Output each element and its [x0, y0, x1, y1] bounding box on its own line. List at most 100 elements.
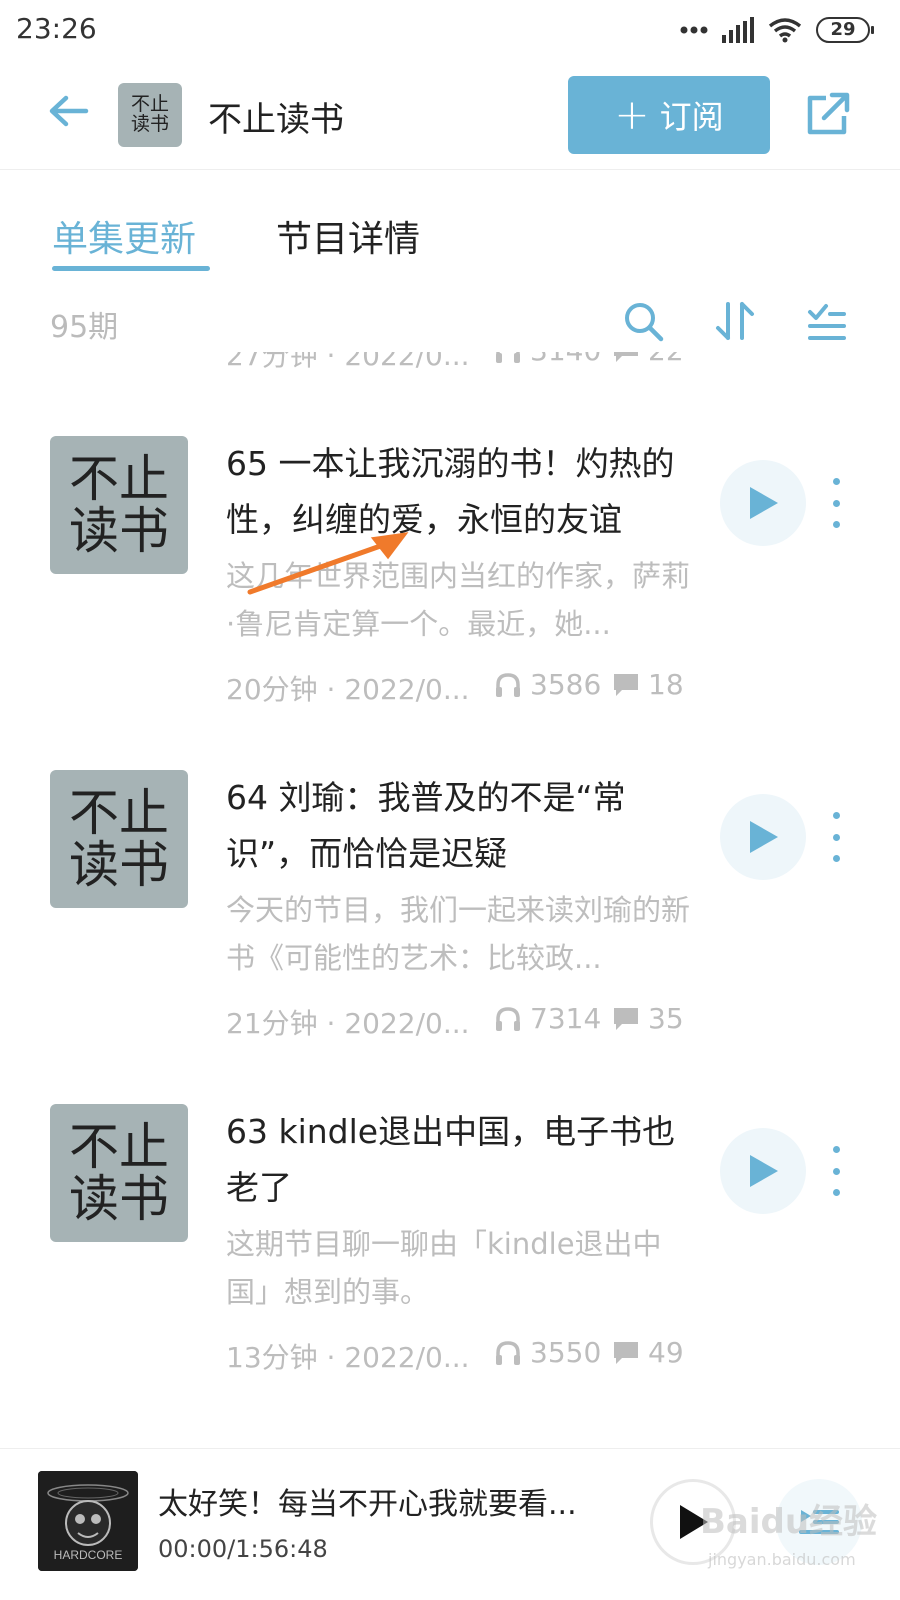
logo-line2: 读书 [130, 113, 169, 135]
wifi-icon [768, 18, 802, 43]
comment-count: 49 [648, 1336, 684, 1369]
play-count: 3550 [530, 1336, 602, 1369]
more-dot [832, 833, 840, 841]
batch-select-icon[interactable] [806, 300, 848, 342]
more-dot [832, 812, 840, 819]
tab-episodes[interactable]: 单集更新 [52, 210, 196, 262]
cover-line2: 读书 [69, 836, 169, 894]
play-icon [750, 487, 778, 519]
podcast-logo: 不止 读书 [118, 83, 182, 147]
more-options-button[interactable] [830, 812, 842, 862]
watermark-url: jingyan.baidu.com [708, 1550, 856, 1569]
plus-icon: + [614, 90, 650, 139]
status-time: 23:26 [16, 12, 97, 45]
battery-icon: 29 [816, 17, 874, 43]
comment-count: 18 [648, 668, 684, 701]
comment-count: 35 [648, 1002, 684, 1035]
share-icon[interactable] [804, 90, 852, 138]
meta-plays: 3550 [494, 1336, 601, 1369]
cover-line2: 读书 [69, 502, 169, 560]
play-icon [750, 1155, 778, 1187]
play-count: 7314 [530, 1002, 602, 1035]
cover-line1: 不止 [69, 783, 169, 842]
hardcore-logo: HARDCORE [38, 1471, 138, 1571]
episode-item[interactable]: 不止 读书 65 一本让我沉溺的书！灼热的性，纠缠的爱，永恒的友谊 这几年世界范… [0, 436, 900, 756]
back-arrow-icon[interactable] [46, 88, 92, 134]
play-button[interactable] [720, 1128, 806, 1214]
play-count: 3140 [530, 352, 601, 367]
meta-duration: 27分钟 · 2022/0... [226, 352, 470, 370]
comment-icon [614, 673, 638, 696]
more-dots-icon [680, 26, 708, 34]
meta-plays: 7314 [494, 1002, 601, 1035]
subscribe-button[interactable]: + 订阅 [568, 76, 770, 154]
partial-episode-meta: 27分钟 · 2022/0... 3140 22 [0, 352, 900, 370]
play-button[interactable] [720, 460, 806, 546]
headphones-icon [496, 1340, 520, 1365]
episode-description: 今天的节目，我们一起来读刘瑜的新书《可能性的艺术：比较政... [226, 893, 691, 975]
comment-icon [614, 352, 638, 362]
more-dot [832, 499, 840, 507]
page-title: 不止读书 [208, 100, 344, 140]
more-dot [832, 1167, 840, 1175]
episode-description: 这期节目聊一聊由「kindle退出中国」想到的事。 [226, 1227, 662, 1309]
meta-duration: 20分钟 · 2022/0... [226, 673, 470, 706]
meta-plays: 3586 [494, 668, 601, 701]
more-dot [832, 1146, 840, 1153]
cover-line2: 读书 [69, 1170, 169, 1228]
subscribe-label: 订阅 [659, 98, 724, 136]
meta-comments: 35 [612, 1002, 684, 1035]
episode-cover: 不止 读书 [50, 436, 188, 574]
episode-meta: 13分钟 · 2022/0... 3550 49 [226, 1336, 696, 1376]
more-options-button[interactable] [830, 1146, 842, 1196]
comment-icon [614, 1007, 638, 1030]
episode-cover: 不止 读书 [50, 770, 188, 908]
comment-count: 22 [648, 352, 684, 367]
more-dot [832, 855, 840, 862]
more-dot [832, 478, 840, 485]
episode-title[interactable]: 64 刘瑜：我普及的不是“常识”，而恰恰是迟疑 [226, 770, 692, 882]
play-count: 3586 [530, 668, 602, 701]
signal-icon [722, 17, 754, 43]
tab-active-indicator [52, 266, 210, 271]
status-icons: 29 [680, 14, 874, 46]
status-bar: 23:26 29 [0, 0, 900, 62]
annotation-arrow [247, 532, 409, 595]
meta-duration: 21分钟 · 2022/0... [226, 1007, 470, 1040]
meta-comments: 49 [612, 1336, 684, 1369]
play-icon [750, 821, 778, 853]
comment-icon [614, 1341, 638, 1364]
more-dot [832, 521, 840, 528]
meta-plays: 3140 [494, 352, 601, 367]
episode-meta: 21分钟 · 2022/0... 7314 35 [226, 1002, 696, 1042]
episode-cover: 不止 读书 [50, 1104, 188, 1242]
now-playing-time: 00:00/1:56:48 [158, 1535, 328, 1563]
tab-details[interactable]: 节目详情 [276, 210, 420, 262]
player-cover-art[interactable]: HARDCORE [38, 1471, 138, 1571]
meta-comments: 22 [612, 352, 684, 367]
logo-line1: 不止 [130, 93, 169, 116]
watermark-logo: Baidu经验 [700, 1502, 878, 1542]
episode-item[interactable]: 不止 读书 63 kindle退出中国，电子书也老了 这期节目聊一聊由「kind… [0, 1104, 900, 1424]
more-options-button[interactable] [830, 478, 842, 528]
episode-count: 95期 [50, 310, 119, 345]
episode-title[interactable]: 63 kindle退出中国，电子书也老了 [226, 1104, 692, 1216]
cover-line1: 不止 [69, 449, 169, 508]
episode-item[interactable]: 不止 读书 64 刘瑜：我普及的不是“常识”，而恰恰是迟疑 今天的节目，我们一起… [0, 770, 900, 1090]
headphones-icon [496, 352, 520, 363]
cover-caption: HARDCORE [54, 1548, 123, 1562]
sort-icon[interactable] [714, 300, 756, 342]
app-header: 不止 读书 不止读书 + 订阅 [0, 62, 900, 170]
search-icon[interactable] [622, 300, 664, 342]
meta-comments: 18 [612, 668, 684, 701]
list-toolbar: 95期 [0, 292, 900, 352]
now-playing-title[interactable]: 太好笑！每当不开心我就要看... [158, 1479, 608, 1523]
headphones-icon [496, 1006, 520, 1031]
play-button[interactable] [720, 794, 806, 880]
more-dot [832, 1189, 840, 1196]
cover-line1: 不止 [69, 1117, 169, 1176]
episode-meta: 20分钟 · 2022/0... 3586 18 [226, 668, 696, 708]
headphones-icon [496, 672, 520, 697]
meta-duration: 13分钟 · 2022/0... [226, 1341, 470, 1374]
tab-bar: 单集更新 节目详情 [0, 200, 900, 280]
